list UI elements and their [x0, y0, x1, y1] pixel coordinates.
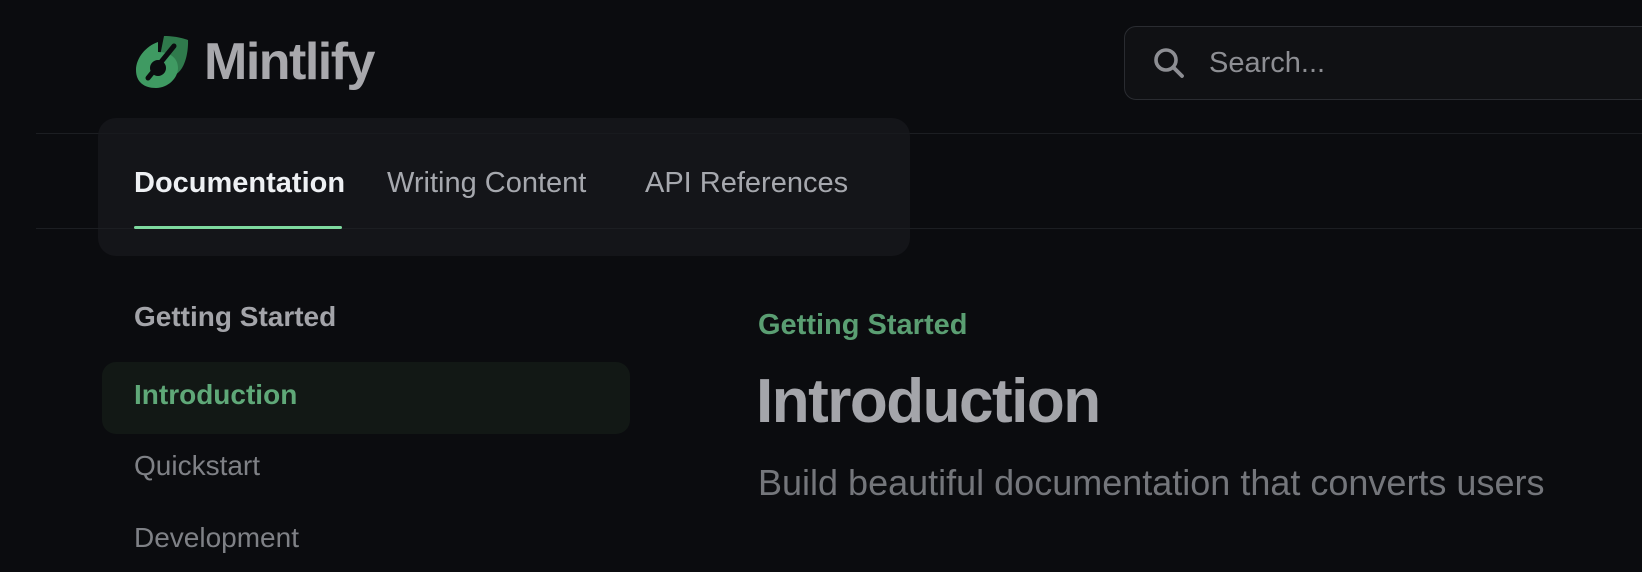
page-subtitle: Build beautiful documentation that conve…: [758, 462, 1545, 503]
sidebar-item-introduction[interactable]: Introduction: [134, 379, 297, 411]
mintlify-leaf-icon: [136, 36, 189, 88]
active-tab-indicator: [134, 226, 342, 229]
tab-writing-content[interactable]: Writing Content: [387, 166, 586, 200]
docs-page: Mintlify Search... Documentation Writing…: [0, 0, 1642, 572]
sidebar-group-title: Getting Started: [134, 301, 337, 332]
tab-api-references[interactable]: API References: [645, 166, 848, 200]
page-title: Introduction: [756, 367, 1101, 436]
search-icon: [1154, 48, 1184, 78]
search-input[interactable]: Search...: [1209, 47, 1325, 80]
tab-documentation[interactable]: Documentation: [134, 166, 345, 200]
brand-logo[interactable]: Mintlify: [134, 33, 375, 91]
search-bar[interactable]: Search...: [1124, 26, 1642, 100]
brand-name: Mintlify: [204, 33, 375, 91]
sidebar-item-quickstart[interactable]: Quickstart: [134, 450, 260, 482]
sidebar-item-development[interactable]: Development: [134, 522, 299, 554]
page-eyebrow: Getting Started: [758, 309, 968, 341]
